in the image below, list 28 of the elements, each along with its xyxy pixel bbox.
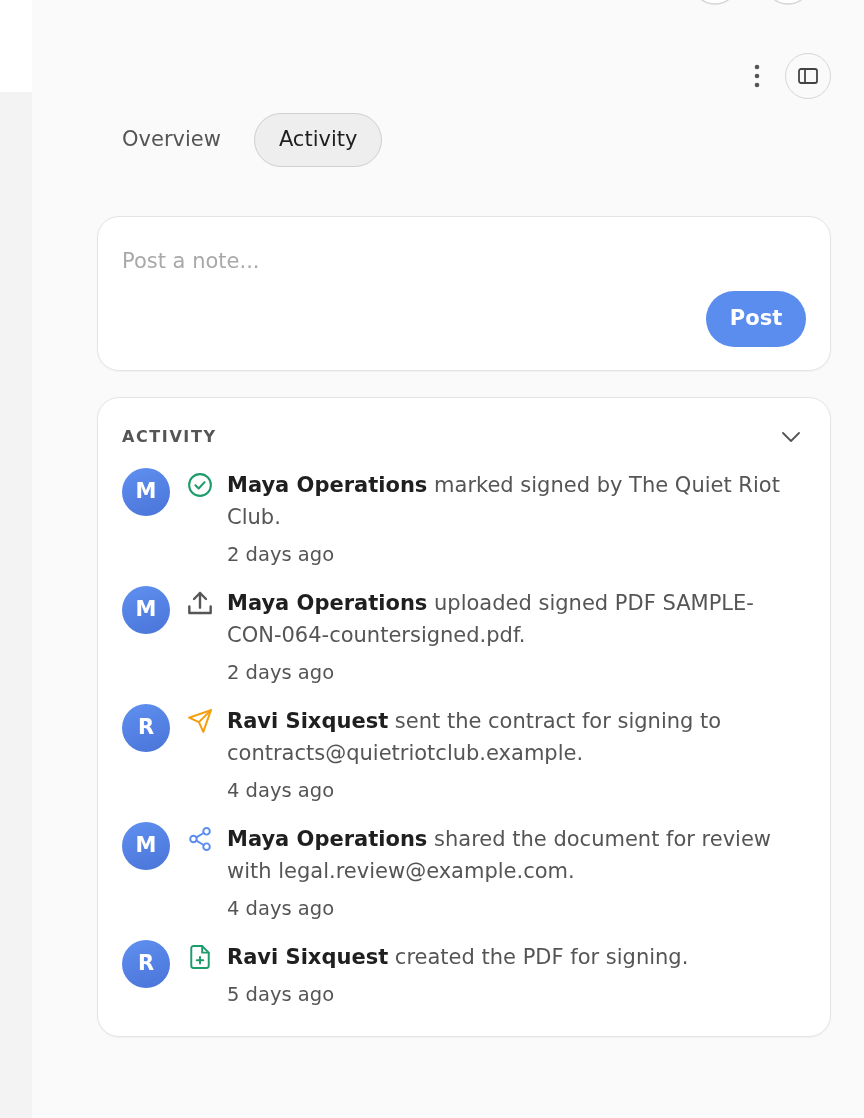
vertical-dots-icon: [754, 64, 760, 88]
note-input[interactable]: Post a note...: [122, 245, 806, 279]
avatar: R: [122, 940, 170, 988]
upload-icon: [188, 591, 212, 615]
chevron-down-icon[interactable]: [782, 432, 800, 442]
avatar: M: [122, 822, 170, 870]
paper-plane-icon: [188, 709, 212, 733]
activity-text: Maya Operations uploaded signed PDF SAMPLE-CON-064-countersigned.pdf.: [227, 590, 755, 649]
activity-text: Maya Operations marked signed by The Quiet Riot Club.: [227, 472, 781, 531]
activity-text: Ravi Sixquest sent the contract for signing to contracts@quietriotclub.example.: [227, 708, 723, 767]
tab[interactable]: Overview: [97, 113, 246, 167]
activity-time: 4 days ago: [227, 778, 336, 804]
activity-time: 2 days ago: [227, 660, 336, 686]
avatar: M: [122, 586, 170, 634]
sidebar-panel-icon: [798, 68, 818, 84]
avatar: R: [122, 704, 170, 752]
activity-text: Ravi Sixquest created the PDF for signing.: [227, 944, 690, 971]
check-circle-icon: [188, 473, 212, 497]
file-plus-icon: [188, 945, 212, 969]
activity-text: Maya Operations shared the document for review with legal.review@example.com.: [227, 826, 773, 885]
section-title: ACTIVITY: [122, 426, 217, 448]
tab[interactable]: Activity: [253, 113, 383, 167]
activity-time: 2 days ago: [227, 542, 336, 568]
share-icon: [188, 827, 212, 851]
activity-time: 4 days ago: [227, 896, 336, 922]
activity-time: 5 days ago: [227, 982, 336, 1008]
avatar: M: [122, 468, 170, 516]
sidebar-toggle-button[interactable]: [785, 53, 831, 99]
